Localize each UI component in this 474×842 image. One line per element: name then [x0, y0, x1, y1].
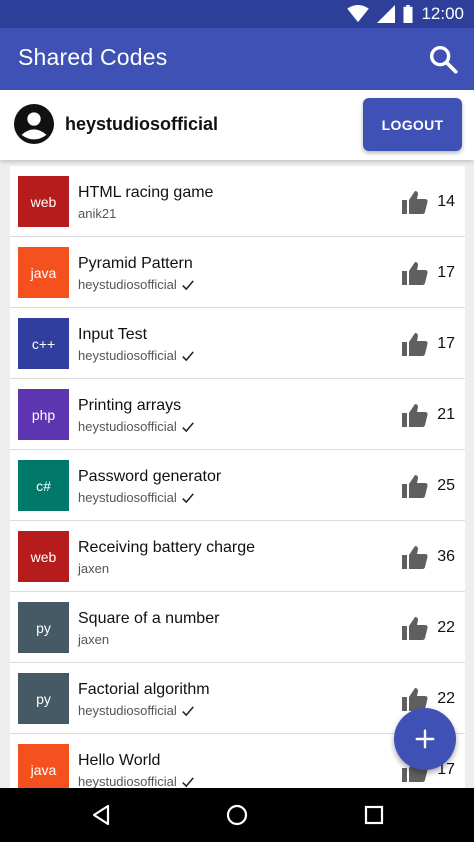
app-bar: Shared Codes	[0, 28, 474, 90]
code-title: Square of a number	[78, 610, 220, 627]
signal-icon	[377, 5, 396, 23]
add-icon	[415, 729, 435, 749]
author-name: jaxen	[78, 561, 110, 576]
username: heystudiosofficial	[65, 114, 219, 134]
language-badge: web	[18, 531, 69, 582]
code-list-item[interactable]: c++ Input Test heystudiosofficial 17	[10, 308, 465, 379]
code-title: Password generator	[78, 468, 222, 485]
status-bar: 12:00	[0, 0, 474, 28]
author-name: heystudiosofficial	[78, 277, 177, 292]
check-icon	[181, 705, 194, 716]
author-name: jaxen	[78, 632, 110, 647]
code-list-item[interactable]: web Receiving battery charge jaxen 36	[10, 521, 465, 592]
code-author: jaxen	[78, 632, 109, 647]
author-name: heystudiosofficial	[78, 419, 177, 434]
like-count: 14	[437, 193, 455, 210]
author-name: heystudiosofficial	[78, 348, 177, 363]
check-icon	[181, 492, 194, 503]
language-badge: java	[18, 247, 69, 298]
thumb-up-icon[interactable]	[402, 545, 428, 569]
status-time: 12:00	[421, 4, 464, 23]
language-badge: php	[18, 389, 69, 440]
thumb-up-icon[interactable]	[402, 190, 428, 214]
like-count: 17	[437, 264, 455, 281]
like-count: 22	[437, 619, 455, 636]
wifi-icon	[347, 5, 370, 23]
author-name: heystudiosofficial	[78, 703, 177, 718]
code-author: heystudiosofficial	[78, 348, 195, 363]
like-count: 25	[437, 477, 455, 494]
code-list: web HTML racing game anik21 14 java Pyramid P…	[10, 166, 465, 788]
code-list-item[interactable]: web HTML racing game anik21 14	[10, 166, 465, 237]
check-icon	[181, 776, 194, 787]
user-bar: heystudiosofficial LOGOUT	[0, 90, 474, 160]
code-title: Factorial algorithm	[78, 681, 210, 698]
account-circle-icon	[14, 104, 54, 144]
code-author: heystudiosofficial	[78, 774, 195, 788]
language-badge: java	[18, 744, 69, 788]
check-icon	[181, 279, 194, 290]
recents-icon[interactable]	[362, 803, 386, 827]
code-title: Printing arrays	[78, 397, 182, 414]
thumb-up-icon[interactable]	[402, 261, 428, 285]
back-icon[interactable]	[89, 803, 113, 827]
like-count: 22	[437, 690, 455, 707]
thumb-up-icon[interactable]	[402, 332, 428, 356]
language-badge: c++	[18, 318, 69, 369]
language-badge: py	[18, 602, 69, 653]
code-author: jaxen	[78, 561, 109, 576]
thumb-up-icon[interactable]	[402, 474, 428, 498]
add-code-button[interactable]	[394, 708, 456, 770]
author-name: anik21	[78, 206, 117, 221]
code-list-item[interactable]: c# Password generator heystudiosofficial 25	[10, 450, 465, 521]
language-badge: c#	[18, 460, 69, 511]
like-count: 21	[437, 406, 455, 423]
home-icon[interactable]	[225, 803, 249, 827]
battery-icon	[403, 5, 413, 23]
thumb-up-icon[interactable]	[402, 616, 428, 640]
code-author: anik21	[78, 206, 116, 221]
code-list-item[interactable]: php Printing arrays heystudiosofficial 21	[10, 379, 465, 450]
logout-button[interactable]: LOGOUT	[363, 98, 462, 151]
code-title: HTML racing game	[78, 184, 214, 201]
like-count: 17	[437, 335, 455, 352]
code-title: Hello World	[78, 752, 161, 769]
author-name: heystudiosofficial	[78, 490, 177, 505]
code-author: heystudiosofficial	[78, 490, 195, 505]
thumb-up-icon[interactable]	[402, 403, 428, 427]
navigation-bar	[0, 788, 474, 842]
code-title: Input Test	[78, 326, 148, 343]
code-list-item[interactable]: py Square of a number jaxen 22	[10, 592, 465, 663]
code-list-item[interactable]: java Pyramid Pattern heystudiosofficial 17	[10, 237, 465, 308]
author-name: heystudiosofficial	[78, 774, 177, 788]
check-icon	[181, 421, 194, 432]
code-author: heystudiosofficial	[78, 703, 195, 718]
check-icon	[181, 350, 194, 361]
like-count: 36	[437, 548, 455, 565]
language-badge: web	[18, 176, 69, 227]
code-title: Pyramid Pattern	[78, 255, 193, 272]
page-title: Shared Codes	[18, 44, 168, 70]
language-badge: py	[18, 673, 69, 724]
code-title: Receiving battery charge	[78, 539, 255, 556]
code-author: heystudiosofficial	[78, 277, 195, 292]
code-author: heystudiosofficial	[78, 419, 195, 434]
search-icon[interactable]	[426, 42, 460, 76]
